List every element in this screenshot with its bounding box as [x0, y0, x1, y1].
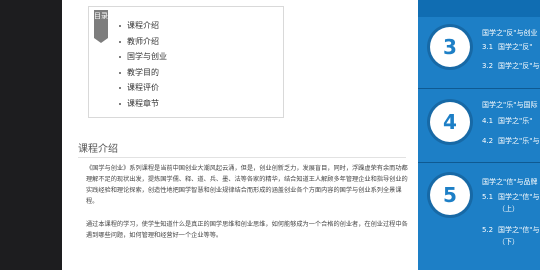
chapter-3-1-link[interactable]: 3.1 国学之"反": [482, 42, 532, 53]
toc-item-guoxue-entrepreneurship[interactable]: 国学与创业: [119, 49, 167, 65]
chapter-sidebar: 3 国学之"反"与创业 3.1 国学之"反" 3.2 国学之"反"与创 4 国学之"…: [418, 0, 540, 270]
chapter-3-2-number: 3.2: [482, 62, 494, 70]
chapter-4-1-number: 4.1: [482, 117, 494, 125]
left-dark-panel: [0, 0, 62, 270]
chapter-5-2-link[interactable]: 5.2 国学之"信"与: [482, 225, 539, 236]
main-content: 目录 课程介绍 教师介绍 国学与创业 教学目的 课程评价 课程章节 课程介绍 《…: [62, 0, 418, 270]
intro-paragraph-2: 通过本课程的学习，使学生知道什么是真正的国学思维和创业思维，如何能够成为一个合格…: [86, 221, 408, 239]
chapter-5-2-suffix-label: （下）: [498, 238, 519, 246]
section-title: 课程介绍: [78, 144, 118, 155]
chapter-5-1-number: 5.1: [482, 193, 494, 201]
sidebar-top-strip: [418, 0, 540, 17]
table-of-contents: 目录 课程介绍 教师介绍 国学与创业 教学目的 课程评价 课程章节: [88, 6, 284, 118]
toc-item-course-evaluation[interactable]: 课程评价: [119, 80, 167, 96]
toc-item-course-intro[interactable]: 课程介绍: [119, 18, 167, 34]
chapter-5-number-badge: 5: [430, 175, 470, 215]
section-divider: [78, 157, 406, 158]
chapter-4-title[interactable]: 国学之"乐"与国际: [482, 100, 537, 110]
chapter-5-2-number: 5.2: [482, 226, 494, 234]
chapter-4-1-link[interactable]: 4.1 国学之"乐": [482, 116, 532, 127]
chapter-divider: [418, 88, 540, 89]
chapter-5-1-link[interactable]: 5.1 国学之"信"与: [482, 192, 539, 203]
chapter-5-2-suffix: （下）: [482, 237, 519, 248]
chapter-3-title[interactable]: 国学之"反"与创业: [482, 28, 537, 38]
chapter-5-2-label: 国学之"信"与: [498, 226, 540, 234]
chapter-3-number-badge: 3: [430, 27, 470, 67]
chapter-4-number-badge: 4: [430, 102, 470, 142]
chapter-3-2-link[interactable]: 3.2 国学之"反"与创: [482, 61, 540, 72]
chapter-4-2-label: 国学之"乐"与: [498, 137, 540, 145]
chapter-3-2-label: 国学之"反"与创: [498, 62, 540, 70]
chapter-5-1-label: 国学之"信"与: [498, 193, 540, 201]
chapter-5-1-suffix-label: （上）: [498, 205, 519, 213]
toc-item-course-chapters[interactable]: 课程章节: [119, 96, 167, 112]
chapter-4-1-label: 国学之"乐": [498, 117, 533, 125]
chapter-5-title[interactable]: 国学之"信"与品牌: [482, 177, 537, 187]
toc-list: 课程介绍 教师介绍 国学与创业 教学目的 课程评价 课程章节: [119, 18, 167, 111]
chapter-4-2-link[interactable]: 4.2 国学之"乐"与: [482, 136, 539, 147]
chapter-3-1-number: 3.1: [482, 43, 494, 51]
chapter-3-1-label: 国学之"反": [498, 43, 533, 51]
chapter-4-2-number: 4.2: [482, 137, 494, 145]
toc-badge: 目录: [94, 10, 108, 43]
toc-item-teaching-goals[interactable]: 教学目的: [119, 65, 167, 81]
toc-item-teacher-intro[interactable]: 教师介绍: [119, 34, 167, 50]
chapter-5-1-suffix: （上）: [482, 204, 519, 215]
chapter-divider: [418, 162, 540, 163]
intro-paragraph-1: 《国学与创业》系列课程是当前中国创业大潮风起云涌，但是，创业创新乏力，发展盲目，…: [86, 165, 408, 205]
